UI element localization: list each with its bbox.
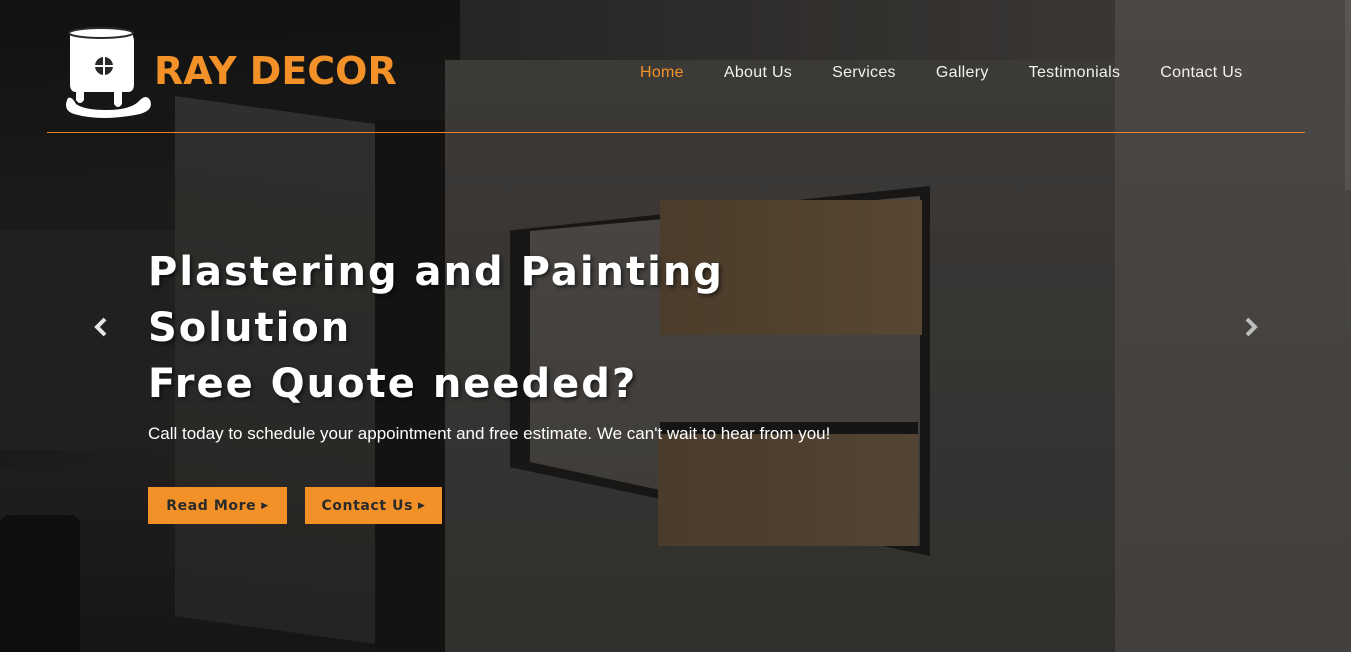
slide-subtext: Call today to schedule your appointment … — [148, 424, 831, 443]
slide-caption: Plastering and Painting Solution Free Qu… — [148, 244, 868, 450]
chevron-right-icon — [1245, 317, 1258, 337]
nav-item-gallery[interactable]: Gallery — [916, 64, 1009, 86]
hero-slider: RAY DECOR Home About Us Services Gallery… — [0, 0, 1351, 652]
caret-right-icon: ▶ — [418, 500, 426, 511]
slide-headline: Plastering and Painting Solution Free Qu… — [148, 244, 868, 412]
contact-us-label: Contact Us — [321, 497, 414, 514]
brand-logo[interactable]: RAY DECOR — [62, 26, 397, 120]
nav-item-contact-us[interactable]: Contact Us — [1140, 64, 1262, 86]
chevron-left-icon — [94, 317, 107, 337]
slider-prev-button[interactable] — [88, 312, 114, 342]
slide-buttons: Read More ▶ Contact Us ▶ — [148, 487, 442, 524]
nav-item-about-us[interactable]: About Us — [704, 64, 812, 86]
read-more-label: Read More — [166, 497, 257, 514]
headline-line-2: Solution — [148, 305, 352, 351]
slider-next-button[interactable] — [1238, 312, 1264, 342]
contact-us-button[interactable]: Contact Us ▶ — [305, 487, 442, 524]
page-scrollbar[interactable] — [1345, 0, 1351, 190]
main-nav: Home About Us Services Gallery Testimoni… — [620, 64, 1262, 86]
caret-right-icon: ▶ — [261, 500, 269, 511]
nav-item-home[interactable]: Home — [620, 64, 704, 86]
headline-line-3: Free Quote needed? — [148, 361, 638, 407]
header-divider — [47, 132, 1305, 133]
headline-line-1: Plastering and Painting — [148, 249, 724, 295]
brand-name: RAY DECOR — [154, 49, 397, 93]
nav-item-services[interactable]: Services — [812, 64, 916, 86]
paint-bucket-house-icon — [66, 27, 151, 118]
nav-item-testimonials[interactable]: Testimonials — [1009, 64, 1141, 86]
read-more-button[interactable]: Read More ▶ — [148, 487, 287, 524]
